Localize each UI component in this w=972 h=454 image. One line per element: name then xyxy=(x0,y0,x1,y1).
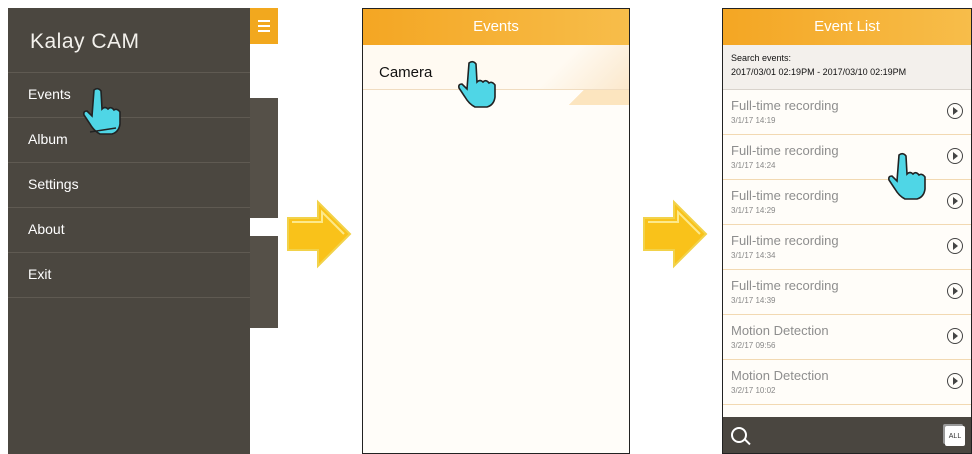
list-item[interactable]: Full-time recording 3/1/17 14:39 xyxy=(723,270,971,315)
menu-item-settings[interactable]: Settings xyxy=(8,162,250,207)
event-date: 3/2/17 09:56 xyxy=(731,341,776,350)
event-name: Full-time recording xyxy=(731,143,839,158)
pointing-hand-icon xyxy=(888,152,926,200)
menu-item-label: Album xyxy=(28,131,68,147)
event-date: 3/1/17 14:24 xyxy=(731,161,776,170)
underlying-panel xyxy=(250,98,278,218)
search-range-info: Search events: 2017/03/01 02:19PM - 2017… xyxy=(723,45,971,90)
event-date: 3/2/17 10:02 xyxy=(731,386,776,395)
page-title: Event List xyxy=(814,18,880,35)
all-filter-icon[interactable]: ALL xyxy=(945,426,965,446)
play-icon[interactable] xyxy=(947,328,963,344)
event-date: 3/1/17 14:19 xyxy=(731,116,776,125)
list-item[interactable]: Motion Detection 3/2/17 09:56 xyxy=(723,315,971,360)
menu-item-album[interactable]: Album xyxy=(8,117,250,162)
event-name: Full-time recording xyxy=(731,188,839,203)
play-icon[interactable] xyxy=(947,103,963,119)
event-name: Full-time recording xyxy=(731,233,839,248)
pointing-hand-icon xyxy=(83,87,121,135)
event-name: Motion Detection xyxy=(731,368,829,383)
right-arrow-icon xyxy=(287,199,352,269)
screen-events: Events Camera xyxy=(362,8,630,454)
event-name: Full-time recording xyxy=(731,278,839,293)
list-item[interactable]: Full-time recording 3/1/17 14:29 xyxy=(723,180,971,225)
event-name: Motion Detection xyxy=(731,323,829,338)
underlying-screen-edge xyxy=(250,8,278,454)
menu-item-label: About xyxy=(28,221,65,237)
underlying-panel xyxy=(250,236,278,328)
app-logo: Kalay CAM xyxy=(30,30,140,53)
menu-item-label: Exit xyxy=(28,266,52,282)
list-item[interactable]: Full-time recording 3/1/17 14:34 xyxy=(723,225,971,270)
pointing-hand-icon xyxy=(458,60,496,108)
search-icon[interactable] xyxy=(731,427,747,443)
event-date: 3/1/17 14:39 xyxy=(731,296,776,305)
menu-item-about[interactable]: About xyxy=(8,207,250,252)
list-item[interactable]: Motion Detection 3/2/17 10:02 xyxy=(723,360,971,405)
list-item[interactable]: Full-time recording 3/1/17 14:24 xyxy=(723,135,971,180)
event-date: 3/1/17 14:34 xyxy=(731,251,776,260)
menu-item-label: Settings xyxy=(28,176,79,192)
menu-item-label: Events xyxy=(28,86,71,102)
event-date: 3/1/17 14:29 xyxy=(731,206,776,215)
list-item[interactable]: Full-time recording 3/1/17 14:19 xyxy=(723,90,971,135)
menu-item-events[interactable]: Events xyxy=(8,72,250,117)
play-icon[interactable] xyxy=(947,373,963,389)
menu-item-exit[interactable]: Exit xyxy=(8,252,250,298)
navigation-drawer: Kalay CAM Events Album Settings About Ex… xyxy=(8,8,250,454)
right-arrow-icon xyxy=(643,199,708,269)
page-title: Events xyxy=(473,18,519,35)
list-item-label: Camera xyxy=(379,64,433,81)
play-icon[interactable] xyxy=(947,283,963,299)
search-range: 2017/03/01 02:19PM - 2017/03/10 02:19PM xyxy=(731,67,907,77)
event-name: Full-time recording xyxy=(731,98,839,113)
screen-event-list: Event List Search events: 2017/03/01 02:… xyxy=(722,8,972,454)
title-bar: Event List xyxy=(723,9,971,45)
bottom-toolbar: ALL xyxy=(723,417,971,453)
screen-drawer-menu: Kalay CAM Events Album Settings About Ex… xyxy=(8,8,278,454)
play-icon[interactable] xyxy=(947,148,963,164)
play-icon[interactable] xyxy=(947,193,963,209)
title-bar: Events xyxy=(363,9,629,45)
hamburger-icon[interactable] xyxy=(250,8,278,44)
search-label: Search events: xyxy=(731,53,792,63)
play-icon[interactable] xyxy=(947,238,963,254)
